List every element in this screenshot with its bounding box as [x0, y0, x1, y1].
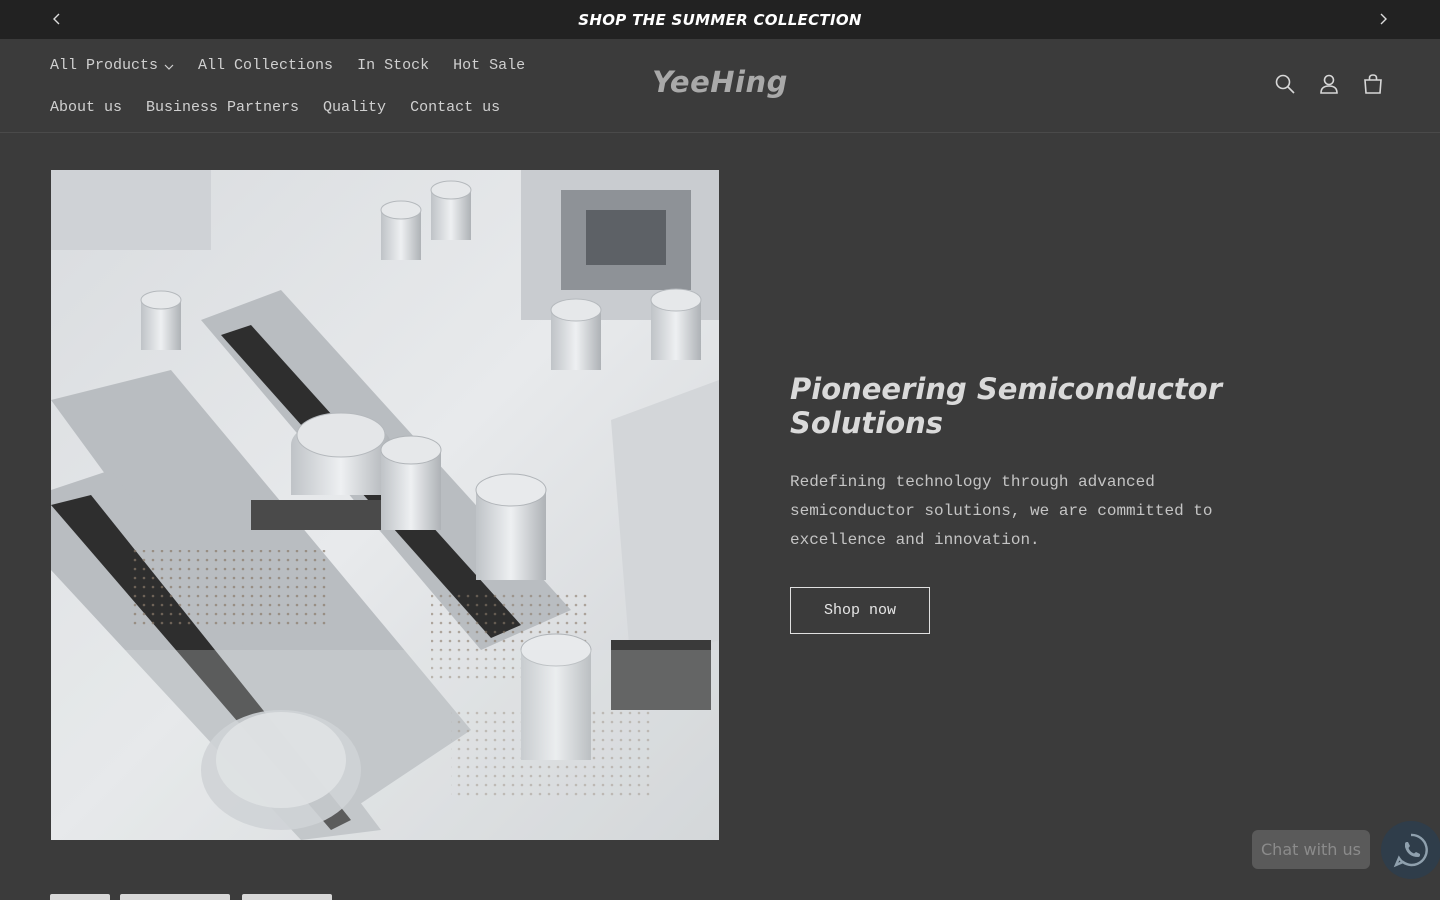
announcement-next-button[interactable]: [1373, 9, 1393, 29]
nav-item-all-collections[interactable]: All Collections: [198, 55, 333, 75]
nav-item-label: Quality: [323, 98, 387, 116]
cart-button[interactable]: [1362, 73, 1384, 95]
heading-fragment: [50, 894, 110, 900]
hero-image: [51, 170, 719, 840]
shop-now-button[interactable]: Shop now: [790, 587, 930, 634]
main-nav-row-1: All Products All Collections In Stock Ho…: [50, 55, 525, 75]
hero-title: Pioneering Semiconductor Solutions: [790, 372, 1222, 440]
nav-item-label: Hot Sale: [453, 56, 526, 74]
heading-fragment: [120, 894, 230, 900]
nav-item-business-partners[interactable]: Business Partners: [146, 97, 299, 117]
whatsapp-chat-button[interactable]: [1381, 821, 1440, 879]
nav-item-in-stock[interactable]: In Stock: [357, 55, 429, 75]
search-icon: [1275, 74, 1295, 94]
chevron-right-icon: [1380, 13, 1387, 25]
nav-item-about-us[interactable]: About us: [50, 97, 122, 117]
header-icons: [1274, 73, 1384, 95]
nav-item-hot-sale[interactable]: Hot Sale: [453, 55, 525, 75]
heading-fragment: [242, 894, 332, 900]
whatsapp-icon: [1393, 833, 1428, 868]
circuit-board-illustration: [51, 170, 719, 840]
chat-with-us-button[interactable]: Chat with us: [1252, 830, 1370, 869]
nav-item-quality[interactable]: Quality: [323, 97, 386, 117]
announcement-text[interactable]: SHOP THE SUMMER COLLECTION: [578, 11, 861, 29]
nav-item-label: Business Partners: [146, 98, 300, 116]
nav-item-label: All Collections: [198, 56, 334, 74]
chevron-left-icon: [53, 13, 60, 25]
chevron-down-icon: [164, 64, 174, 70]
search-button[interactable]: [1274, 73, 1296, 95]
next-section-heading: [50, 886, 450, 900]
announcement-bar: SHOP THE SUMMER COLLECTION: [0, 0, 1440, 39]
nav-item-label: In Stock: [357, 56, 430, 74]
cart-icon: [1364, 74, 1382, 94]
brand-logo[interactable]: YeeHing: [620, 65, 820, 99]
nav-item-label: Contact us: [410, 98, 501, 116]
nav-item-contact-us[interactable]: Contact us: [410, 97, 500, 117]
nav-item-label: About us: [50, 98, 123, 116]
nav-item-all-products[interactable]: All Products: [50, 55, 174, 75]
hero-description: Redefining technology through advanced s…: [790, 473, 1213, 549]
site-header: All Products All Collections In Stock Ho…: [0, 39, 1440, 133]
account-button[interactable]: [1318, 73, 1340, 95]
announcement-prev-button[interactable]: [47, 9, 67, 29]
account-icon: [1320, 74, 1338, 94]
nav-item-label: All Products: [50, 56, 159, 74]
hero-content: Pioneering Semiconductor Solutions Redef…: [790, 372, 1290, 634]
main-nav-row-2: About us Business Partners Quality Conta…: [50, 97, 500, 117]
